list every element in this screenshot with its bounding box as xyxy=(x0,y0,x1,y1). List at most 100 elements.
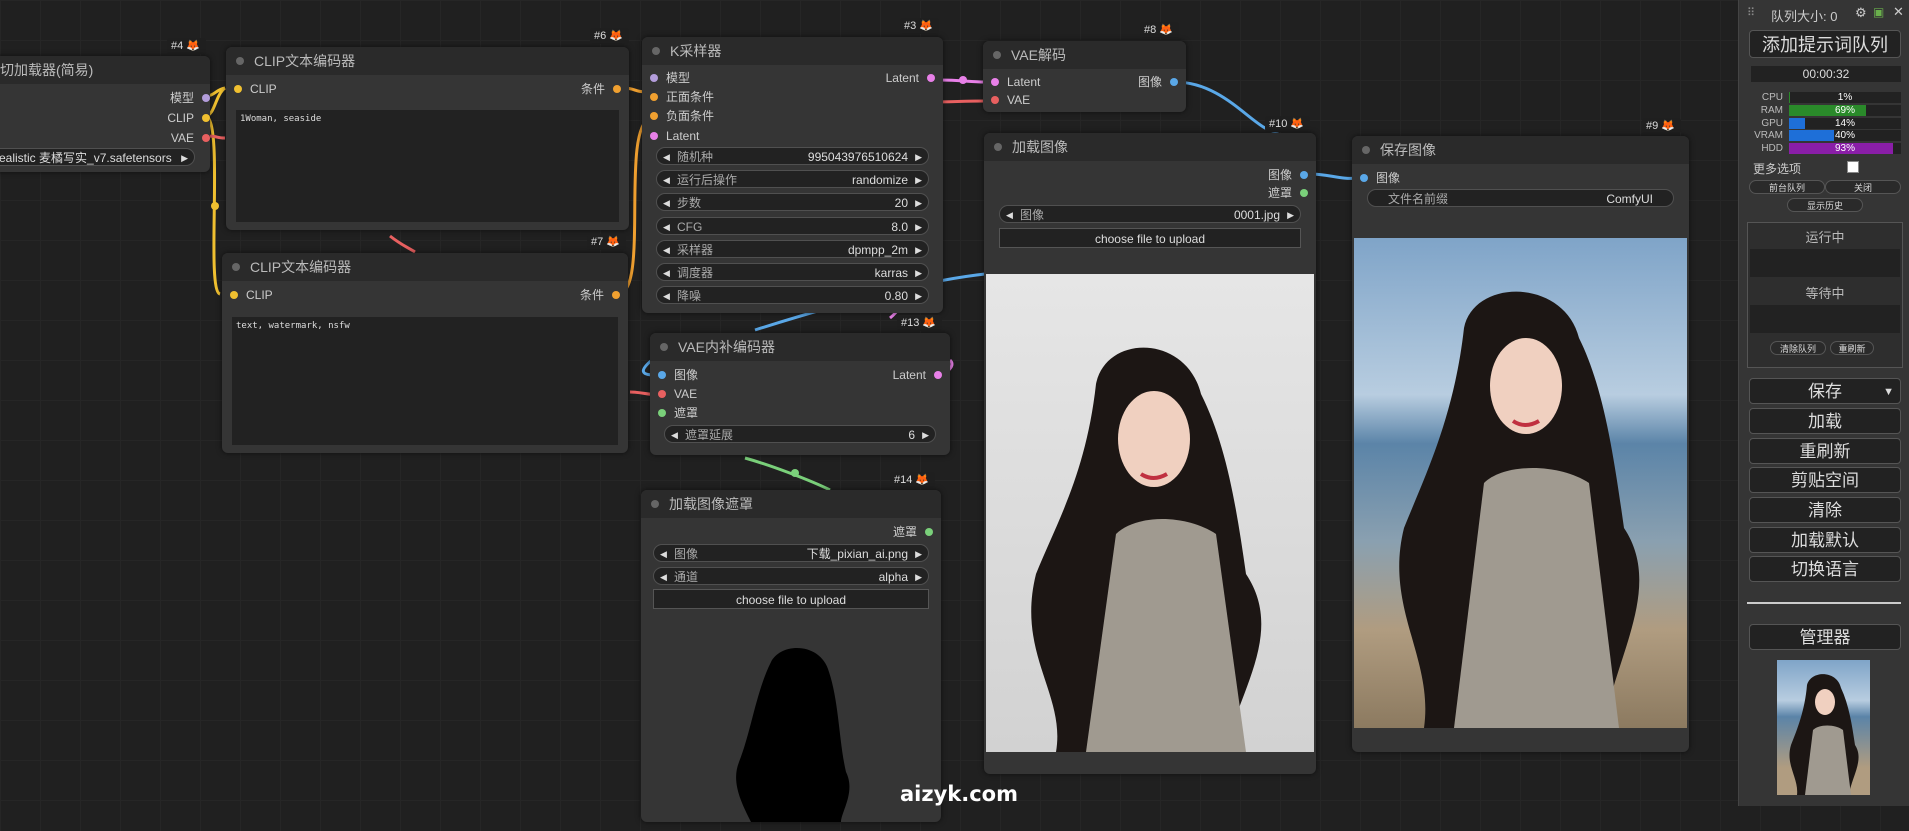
ksampler-widget[interactable]: ◀ 降噪 0.80 ▶ xyxy=(656,286,929,305)
ksampler-widget[interactable]: ◀ 随机种 995043976510624 ▶ xyxy=(656,147,929,165)
switch-language-button[interactable]: 切换语言 xyxy=(1749,556,1901,582)
prompt-textarea[interactable]: 1Woman, seaside xyxy=(236,110,619,222)
input-latent[interactable]: Latent xyxy=(991,74,1040,90)
mask-image-widget[interactable]: ◀ 图像 下载_pixian_ai.png ▶ xyxy=(653,544,929,562)
save-image-node[interactable]: 保存图像 图像 文件名前缀 ComfyUI xyxy=(1352,136,1689,752)
input-positive[interactable]: 正面条件 xyxy=(650,89,714,105)
show-history-button[interactable]: 显示历史 xyxy=(1787,198,1863,212)
close-icon[interactable]: ✕ xyxy=(1893,4,1904,20)
widget-label: 降噪 xyxy=(677,289,702,304)
node-title: 加载图像 xyxy=(984,133,1316,161)
node-title: K采样器 xyxy=(642,37,943,65)
input-clip[interactable]: CLIP xyxy=(230,287,273,303)
arrow-left-icon: ◀ xyxy=(663,291,670,302)
arrow-left-icon: ◀ xyxy=(660,572,667,582)
chevron-down-icon[interactable]: ▼ xyxy=(1883,379,1894,405)
manager-button[interactable]: 管理器 xyxy=(1749,624,1901,650)
node-title: 保存图像 xyxy=(1352,136,1689,164)
clear-queue-button[interactable]: 清除队列 xyxy=(1770,341,1826,355)
stat-bar: 1% xyxy=(1789,92,1901,103)
load-image-node[interactable]: 加载图像 图像 遮罩 ◀ 图像 0001.jpg ▶ choose file to u… xyxy=(984,133,1316,774)
input-image[interactable]: 图像 xyxy=(1360,170,1400,186)
filename-prefix-widget[interactable]: 文件名前缀 ComfyUI xyxy=(1367,189,1674,207)
stat-bar: 14% xyxy=(1789,117,1901,129)
output-mask[interactable]: 遮罩 xyxy=(893,524,933,540)
upload-button[interactable]: choose file to upload xyxy=(999,228,1301,248)
clipspace-button[interactable]: 剪贴空间 xyxy=(1749,467,1901,493)
input-negative[interactable]: 负面条件 xyxy=(650,108,714,124)
widget-label: CFG xyxy=(677,219,703,234)
arrow-left-icon: ◀ xyxy=(1006,210,1013,220)
input-clip[interactable]: CLIP xyxy=(234,81,277,97)
running-list xyxy=(1750,249,1900,277)
output-clip[interactable]: CLIP xyxy=(167,110,210,126)
output-photo xyxy=(1354,238,1687,728)
arrow-right-icon: ▶ xyxy=(915,268,922,278)
output-vae[interactable]: VAE xyxy=(171,130,210,146)
arrow-left-icon: ◀ xyxy=(663,268,670,278)
clear-button[interactable]: 清除 xyxy=(1749,497,1901,523)
input-mask[interactable]: 遮罩 xyxy=(658,405,698,421)
output-conditioning[interactable]: 条件 xyxy=(581,81,621,97)
arrow-right-icon: ▶ xyxy=(915,152,922,162)
widget-value: 995043976510624 xyxy=(807,150,908,164)
widget-value: dpmpp_2m xyxy=(847,242,908,257)
checkpoint-loader-node[interactable]: 切加载器(简易) 模型 CLIP VAE ealistic 麦橘写实_v7.sa… xyxy=(0,56,210,172)
ckpt-name-widget[interactable]: ealistic 麦橘写实_v7.safetensors ▶ xyxy=(0,148,195,166)
output-latent[interactable]: Latent xyxy=(893,367,942,383)
front-queue-button[interactable]: 前台队列 xyxy=(1749,180,1825,194)
input-model[interactable]: 模型 xyxy=(650,70,690,86)
image-select-widget[interactable]: ◀ 图像 0001.jpg ▶ xyxy=(999,205,1301,223)
arrow-right-icon: ▶ xyxy=(922,430,929,440)
ksampler-widget[interactable]: ◀ 采样器 dpmpp_2m ▶ xyxy=(656,239,929,258)
graph-canvas[interactable]: #4 🦊 切加载器(简易) 模型 CLIP VAE ealistic 麦橘写实_v… xyxy=(0,0,1909,831)
output-image[interactable]: 图像 xyxy=(1138,74,1178,90)
output-conditioning[interactable]: 条件 xyxy=(580,287,620,303)
refresh-button[interactable]: 重刷新 xyxy=(1749,438,1901,464)
node-badge: #9 🦊 xyxy=(1642,118,1681,134)
queue-size-label: 队列大小: 0 xyxy=(1771,9,1838,24)
divider xyxy=(1747,602,1901,604)
ksampler-node[interactable]: K采样器 模型 正面条件 负面条件 Latent Latent ◀ 随机种 9950… xyxy=(642,37,943,313)
gear-icon[interactable]: ⚙ xyxy=(1855,5,1867,21)
widget-label: 步数 xyxy=(677,196,702,211)
grow-mask-widget[interactable]: ◀ 遮罩延展 6 ▶ xyxy=(664,425,936,443)
output-model[interactable]: 模型 xyxy=(170,90,210,106)
node-badge: #14 🦊 xyxy=(890,472,936,488)
input-vae[interactable]: VAE xyxy=(991,92,1030,108)
input-latent[interactable]: Latent xyxy=(650,128,699,144)
ksampler-widget[interactable]: ◀ 步数 20 ▶ xyxy=(656,193,929,212)
ksampler-widget[interactable]: ◀ CFG 8.0 ▶ xyxy=(656,216,929,235)
stat-cpu: CPU 1% xyxy=(1751,92,1901,103)
save-button[interactable]: 保存 ▼ xyxy=(1749,378,1901,404)
arrow-left-icon: ◀ xyxy=(663,175,670,186)
clip-text-encode-positive-node[interactable]: CLIP文本编码器 CLIP 条件 1Woman, seaside xyxy=(226,47,629,230)
drag-handle-icon[interactable]: ⠿ xyxy=(1747,6,1755,19)
more-options-checkbox[interactable] xyxy=(1847,161,1859,173)
vae-inpaint-encoder-node[interactable]: VAE内补编码器 图像 VAE 遮罩 Latent ◀ 遮罩延展 6 ▶ xyxy=(650,333,950,455)
refresh-queue-button[interactable]: 重刷新 xyxy=(1830,341,1874,355)
mask-preview xyxy=(736,648,850,822)
load-button[interactable]: 加载 xyxy=(1749,408,1901,434)
image-icon[interactable]: ▣ xyxy=(1873,5,1884,19)
load-image-mask-node[interactable]: 加载图像遮罩 遮罩 ◀ 图像 下载_pixian_ai.png ▶ ◀ 通道 alpha ▶… xyxy=(641,490,941,822)
node-title: VAE内补编码器 xyxy=(650,333,950,361)
close-button[interactable]: 关闭 xyxy=(1825,180,1901,194)
ksampler-widget[interactable]: ◀ 运行后操作 randomize ▶ xyxy=(656,170,929,189)
input-vae[interactable]: VAE xyxy=(658,386,697,402)
upload-button[interactable]: choose file to upload xyxy=(653,589,929,609)
stat-name: VRAM xyxy=(1754,130,1783,142)
input-image[interactable]: 图像 xyxy=(658,367,698,383)
output-mask[interactable]: 遮罩 xyxy=(1268,185,1308,201)
arrow-right-icon: ▶ xyxy=(915,198,922,209)
output-image[interactable]: 图像 xyxy=(1268,167,1308,183)
queue-prompt-button[interactable]: 添加提示词队列 xyxy=(1749,30,1901,58)
output-latent[interactable]: Latent xyxy=(886,70,935,86)
history-thumbnail[interactable] xyxy=(1777,660,1870,795)
ksampler-widget[interactable]: ◀ 调度器 karras ▶ xyxy=(656,263,929,281)
load-default-button[interactable]: 加载默认 xyxy=(1749,527,1901,553)
prompt-textarea[interactable]: text, watermark, nsfw xyxy=(232,317,618,445)
clip-text-encode-negative-node[interactable]: CLIP文本编码器 CLIP 条件 text, watermark, nsfw xyxy=(222,253,628,453)
channel-widget[interactable]: ◀ 通道 alpha ▶ xyxy=(653,567,929,585)
vae-decode-node[interactable]: VAE解码 Latent VAE 图像 xyxy=(983,41,1186,112)
